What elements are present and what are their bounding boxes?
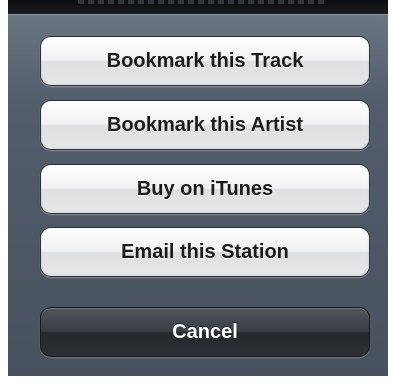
cancel-button[interactable]: Cancel [40, 307, 370, 357]
bookmark-artist-button[interactable]: Bookmark this Artist [40, 100, 370, 150]
action-sheet: Bookmark this Track Bookmark this Artist… [8, 14, 394, 376]
email-station-button[interactable]: Email this Station [40, 227, 370, 277]
page-margin [388, 0, 394, 383]
buy-on-itunes-button[interactable]: Buy on iTunes [40, 164, 370, 214]
screen: Bookmark this Track Bookmark this Artist… [0, 0, 394, 383]
obscured-header-text [78, 0, 328, 4]
bookmark-track-button[interactable]: Bookmark this Track [40, 36, 370, 86]
